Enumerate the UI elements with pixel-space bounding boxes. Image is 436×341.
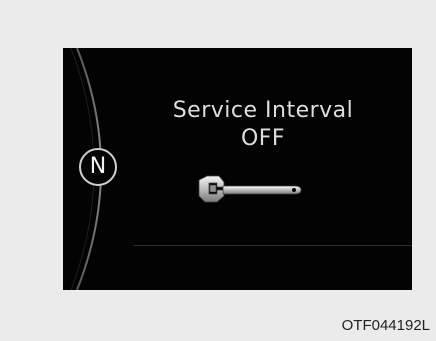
- page: N Service Interval OFF OTF044192L: [0, 0, 436, 341]
- instrument-cluster-display: N Service Interval OFF: [63, 48, 412, 290]
- service-interval-status: OFF: [240, 126, 286, 151]
- wrench-icon: [198, 175, 302, 203]
- gear-position-indicator: N: [79, 148, 117, 186]
- figure-code-label: OTF044192L: [341, 317, 430, 334]
- service-interval-title: Service Interval: [172, 98, 354, 123]
- display-divider: [133, 245, 412, 246]
